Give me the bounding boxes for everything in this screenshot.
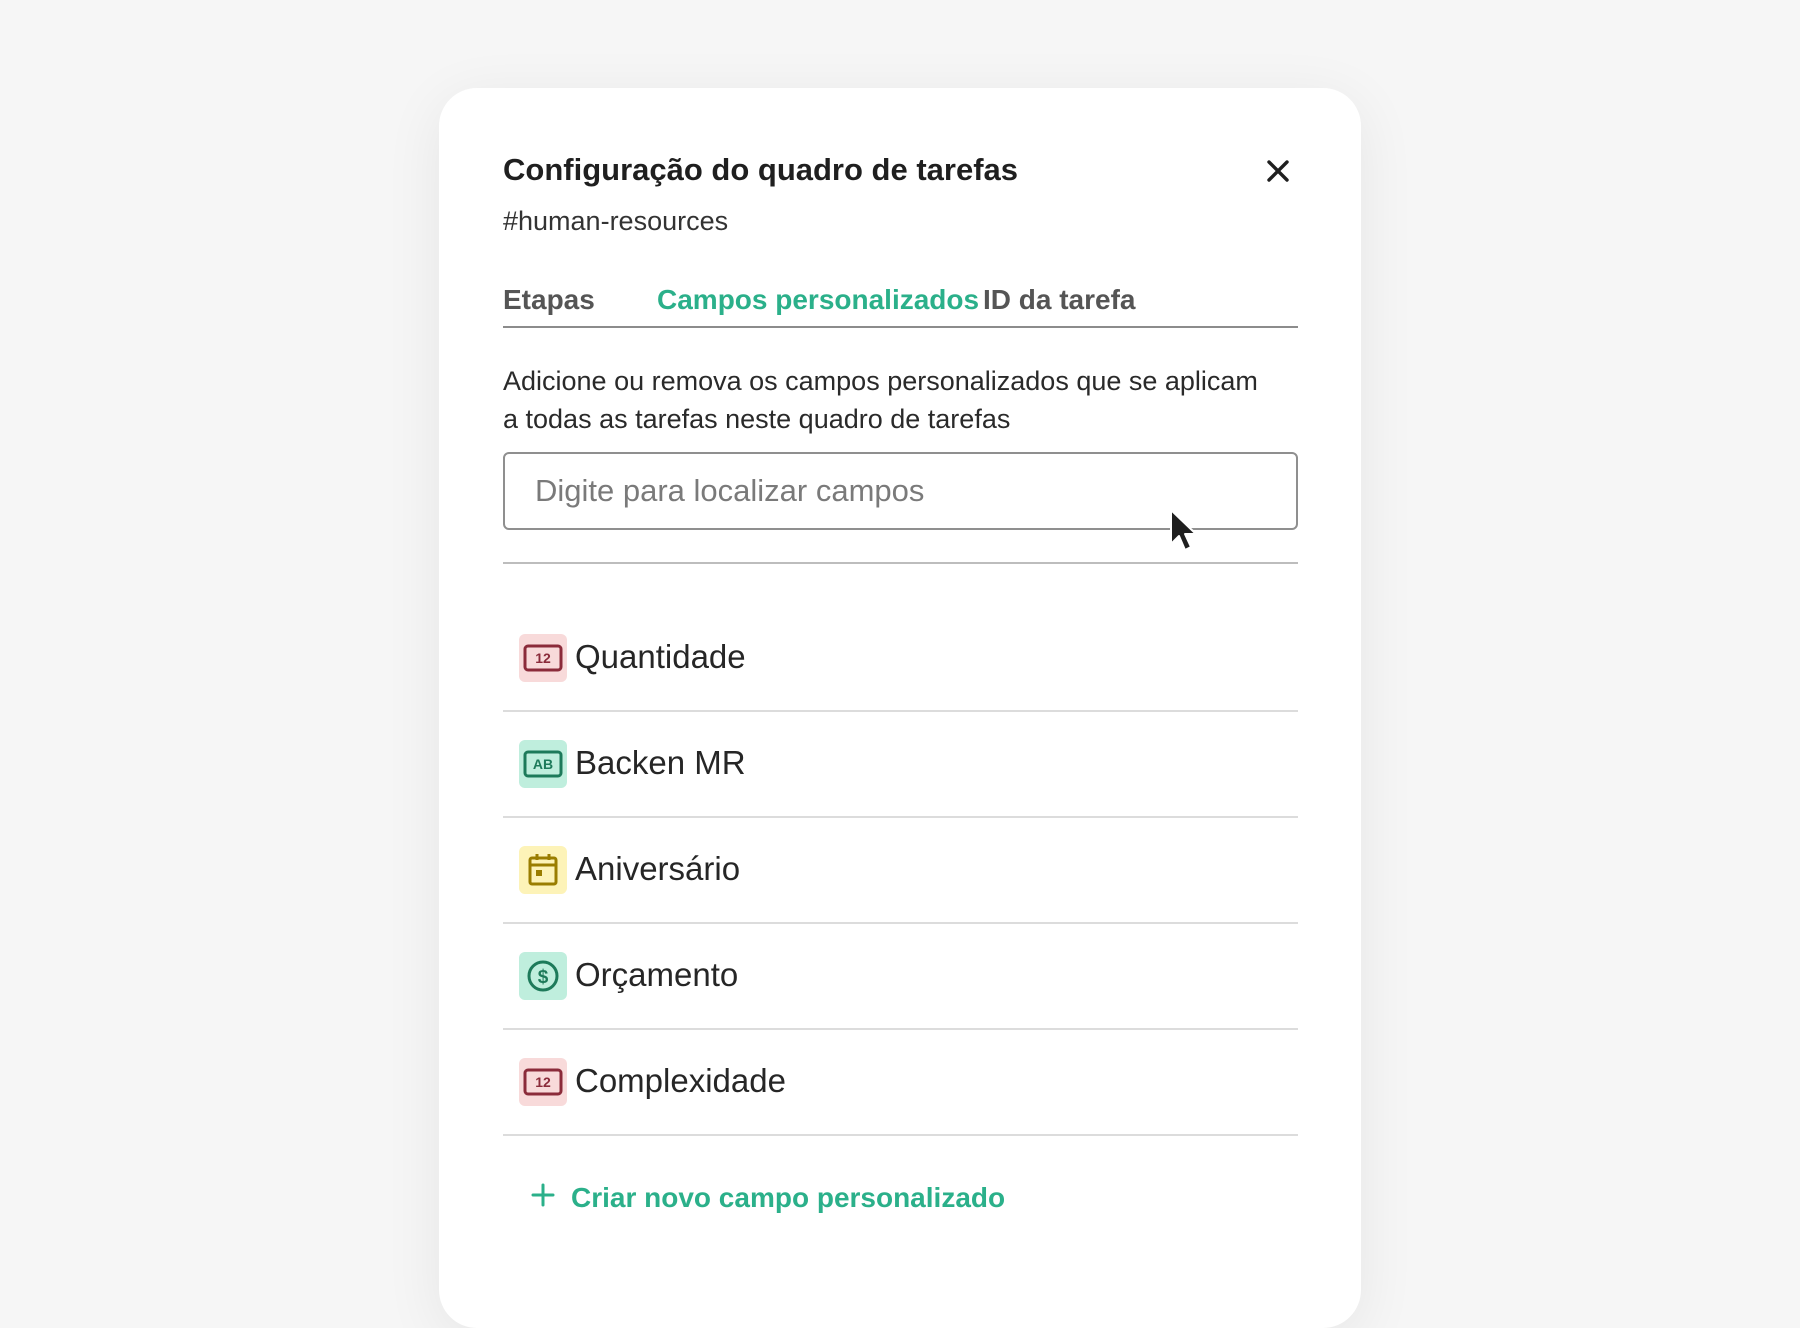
calendar-icon	[519, 846, 567, 894]
list-item[interactable]: $ Orçamento	[503, 924, 1298, 1030]
list-item[interactable]: 12 Complexidade	[503, 1030, 1298, 1136]
field-label: Aniversário	[575, 850, 741, 887]
modal-title: Configuração do quadro de tarefas	[503, 152, 1019, 187]
close-icon	[1267, 160, 1289, 182]
tab-etapas[interactable]: Etapas	[503, 284, 595, 316]
svg-text:12: 12	[535, 650, 551, 666]
list-divider	[503, 562, 1298, 564]
currency-icon: $	[519, 952, 567, 1000]
list-item[interactable]: 12 Quantidade	[503, 606, 1298, 712]
list-item[interactable]: AB Backen MR	[503, 712, 1298, 818]
close-button[interactable]	[1259, 152, 1297, 190]
svg-text:12: 12	[535, 1074, 551, 1090]
create-custom-field-link[interactable]: Criar novo campo personalizado	[531, 1182, 1005, 1226]
list-item[interactable]: Aniversário	[503, 818, 1298, 924]
field-label: Quantidade	[575, 638, 746, 675]
description-text: Adicione ou remova os campos personaliza…	[503, 366, 1258, 434]
number-field-icon: 12	[519, 634, 567, 682]
number-field-icon: 12	[519, 1058, 567, 1106]
tab-id-da-tarefa[interactable]: ID da tarefa	[983, 284, 1136, 316]
svg-text:AB: AB	[533, 756, 553, 772]
field-label: Backen MR	[575, 744, 746, 781]
search-fields-input[interactable]	[503, 452, 1298, 530]
tab-campos-personalizados[interactable]: Campos personalizados	[657, 284, 979, 316]
field-label: Complexidade	[575, 1062, 786, 1099]
plus-icon	[531, 1183, 555, 1207]
field-label: Orçamento	[575, 956, 739, 993]
svg-text:$: $	[538, 967, 549, 988]
create-custom-field-label: Criar novo campo personalizado	[571, 1182, 1006, 1213]
text-field-icon: AB	[519, 740, 567, 788]
tab-bar: Etapas Campos personalizados ID da taref…	[503, 284, 1298, 328]
board-settings-modal: Configuração do quadro de tarefas #human…	[439, 88, 1361, 1328]
custom-field-list: 12 Quantidade AB Backen MR Aniversário $…	[503, 606, 1298, 1136]
channel-name: #human-resources	[503, 206, 729, 236]
